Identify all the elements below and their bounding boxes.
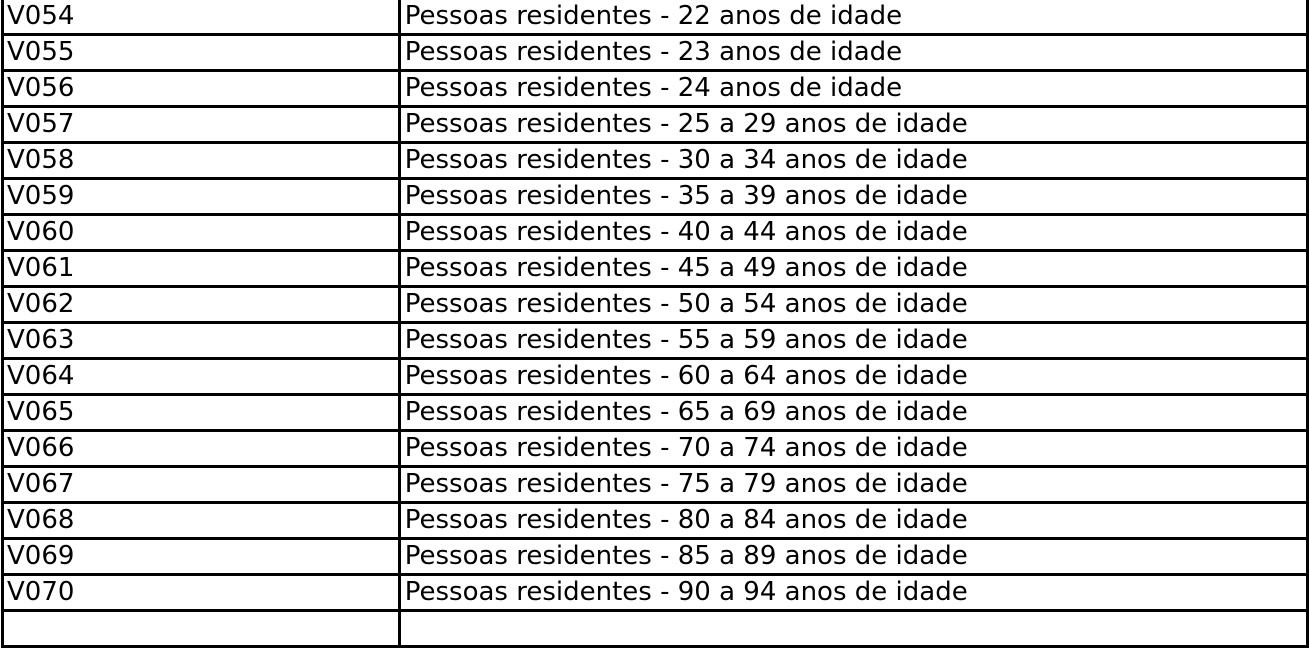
table-row[interactable]: V054 Pessoas residentes - 22 anos de ida… bbox=[1, 0, 1309, 36]
variable-description-cell[interactable]: Pessoas residentes - 70 a 74 anos de ida… bbox=[397, 429, 1309, 468]
table-row[interactable] bbox=[1, 609, 1309, 648]
table-row[interactable]: V066 Pessoas residentes - 70 a 74 anos d… bbox=[1, 429, 1309, 468]
table-row[interactable]: V057 Pessoas residentes - 25 a 29 anos d… bbox=[1, 105, 1309, 144]
variable-code-cell[interactable] bbox=[1, 609, 401, 648]
variable-code-cell[interactable]: V066 bbox=[1, 429, 401, 468]
table-row[interactable]: V063 Pessoas residentes - 55 a 59 anos d… bbox=[1, 321, 1309, 360]
table-row[interactable]: V067 Pessoas residentes - 75 a 79 anos d… bbox=[1, 465, 1309, 504]
variable-description-cell[interactable]: Pessoas residentes - 40 a 44 anos de ida… bbox=[397, 213, 1309, 252]
variable-code-cell[interactable]: V065 bbox=[1, 393, 401, 432]
variable-code-cell[interactable]: V054 bbox=[1, 0, 401, 36]
variable-code-cell[interactable]: V068 bbox=[1, 501, 401, 540]
variable-code-cell[interactable]: V058 bbox=[1, 141, 401, 180]
variable-description-cell[interactable]: Pessoas residentes - 23 anos de idade bbox=[397, 33, 1309, 72]
variable-code-cell[interactable]: V060 bbox=[1, 213, 401, 252]
variable-description-cell[interactable]: Pessoas residentes - 80 a 84 anos de ida… bbox=[397, 501, 1309, 540]
table-row[interactable]: V069 Pessoas residentes - 85 a 89 anos d… bbox=[1, 537, 1309, 576]
table-row[interactable]: V061 Pessoas residentes - 45 a 49 anos d… bbox=[1, 249, 1309, 288]
variable-description-cell[interactable]: Pessoas residentes - 85 a 89 anos de ida… bbox=[397, 537, 1309, 576]
table-row[interactable]: V058 Pessoas residentes - 30 a 34 anos d… bbox=[1, 141, 1309, 180]
variable-description-cell[interactable]: Pessoas residentes - 60 a 64 anos de ida… bbox=[397, 357, 1309, 396]
variable-description-cell[interactable]: Pessoas residentes - 50 a 54 anos de ida… bbox=[397, 285, 1309, 324]
variable-code-cell[interactable]: V057 bbox=[1, 105, 401, 144]
variable-description-cell[interactable]: Pessoas residentes - 45 a 49 anos de ida… bbox=[397, 249, 1309, 288]
variable-description-cell[interactable]: Pessoas residentes - 35 a 39 anos de ida… bbox=[397, 177, 1309, 216]
spreadsheet-view: V054 Pessoas residentes - 22 anos de ida… bbox=[0, 0, 1309, 669]
variable-description-cell[interactable]: Pessoas residentes - 90 a 94 anos de ida… bbox=[397, 573, 1309, 612]
variable-description-cell[interactable]: Pessoas residentes - 24 anos de idade bbox=[397, 69, 1309, 108]
table-row[interactable]: V064 Pessoas residentes - 60 a 64 anos d… bbox=[1, 357, 1309, 396]
variable-code-cell[interactable]: V063 bbox=[1, 321, 401, 360]
variable-table-body: V054 Pessoas residentes - 22 anos de ida… bbox=[1, 0, 1309, 648]
variable-description-cell[interactable]: Pessoas residentes - 75 a 79 anos de ida… bbox=[397, 465, 1309, 504]
table-row[interactable]: V059 Pessoas residentes - 35 a 39 anos d… bbox=[1, 177, 1309, 216]
variable-description-cell[interactable]: Pessoas residentes - 65 a 69 anos de ida… bbox=[397, 393, 1309, 432]
variable-code-cell[interactable]: V059 bbox=[1, 177, 401, 216]
variable-description-cell[interactable]: Pessoas residentes - 30 a 34 anos de ida… bbox=[397, 141, 1309, 180]
variable-code-cell[interactable]: V070 bbox=[1, 573, 401, 612]
table-row[interactable]: V062 Pessoas residentes - 50 a 54 anos d… bbox=[1, 285, 1309, 324]
variable-description-cell[interactable]: Pessoas residentes - 55 a 59 anos de ida… bbox=[397, 321, 1309, 360]
table-row[interactable]: V055 Pessoas residentes - 23 anos de ida… bbox=[1, 33, 1309, 72]
table-row[interactable]: V068 Pessoas residentes - 80 a 84 anos d… bbox=[1, 501, 1309, 540]
variable-description-cell[interactable]: Pessoas residentes - 22 anos de idade bbox=[397, 0, 1309, 36]
variable-code-cell[interactable]: V062 bbox=[1, 285, 401, 324]
variable-code-cell[interactable]: V061 bbox=[1, 249, 401, 288]
variable-code-cell[interactable]: V069 bbox=[1, 537, 401, 576]
variable-code-cell[interactable]: V064 bbox=[1, 357, 401, 396]
table-row[interactable]: V056 Pessoas residentes - 24 anos de ida… bbox=[1, 69, 1309, 108]
table-row[interactable]: V065 Pessoas residentes - 65 a 69 anos d… bbox=[1, 393, 1309, 432]
variable-code-cell[interactable]: V055 bbox=[1, 33, 401, 72]
variable-description-cell[interactable] bbox=[397, 609, 1309, 648]
variable-table: V054 Pessoas residentes - 22 anos de ida… bbox=[1, 0, 1309, 648]
variable-code-cell[interactable]: V056 bbox=[1, 69, 401, 108]
variable-description-cell[interactable]: Pessoas residentes - 25 a 29 anos de ida… bbox=[397, 105, 1309, 144]
table-row[interactable]: V060 Pessoas residentes - 40 a 44 anos d… bbox=[1, 213, 1309, 252]
variable-code-cell[interactable]: V067 bbox=[1, 465, 401, 504]
table-row[interactable]: V070 Pessoas residentes - 90 a 94 anos d… bbox=[1, 573, 1309, 612]
